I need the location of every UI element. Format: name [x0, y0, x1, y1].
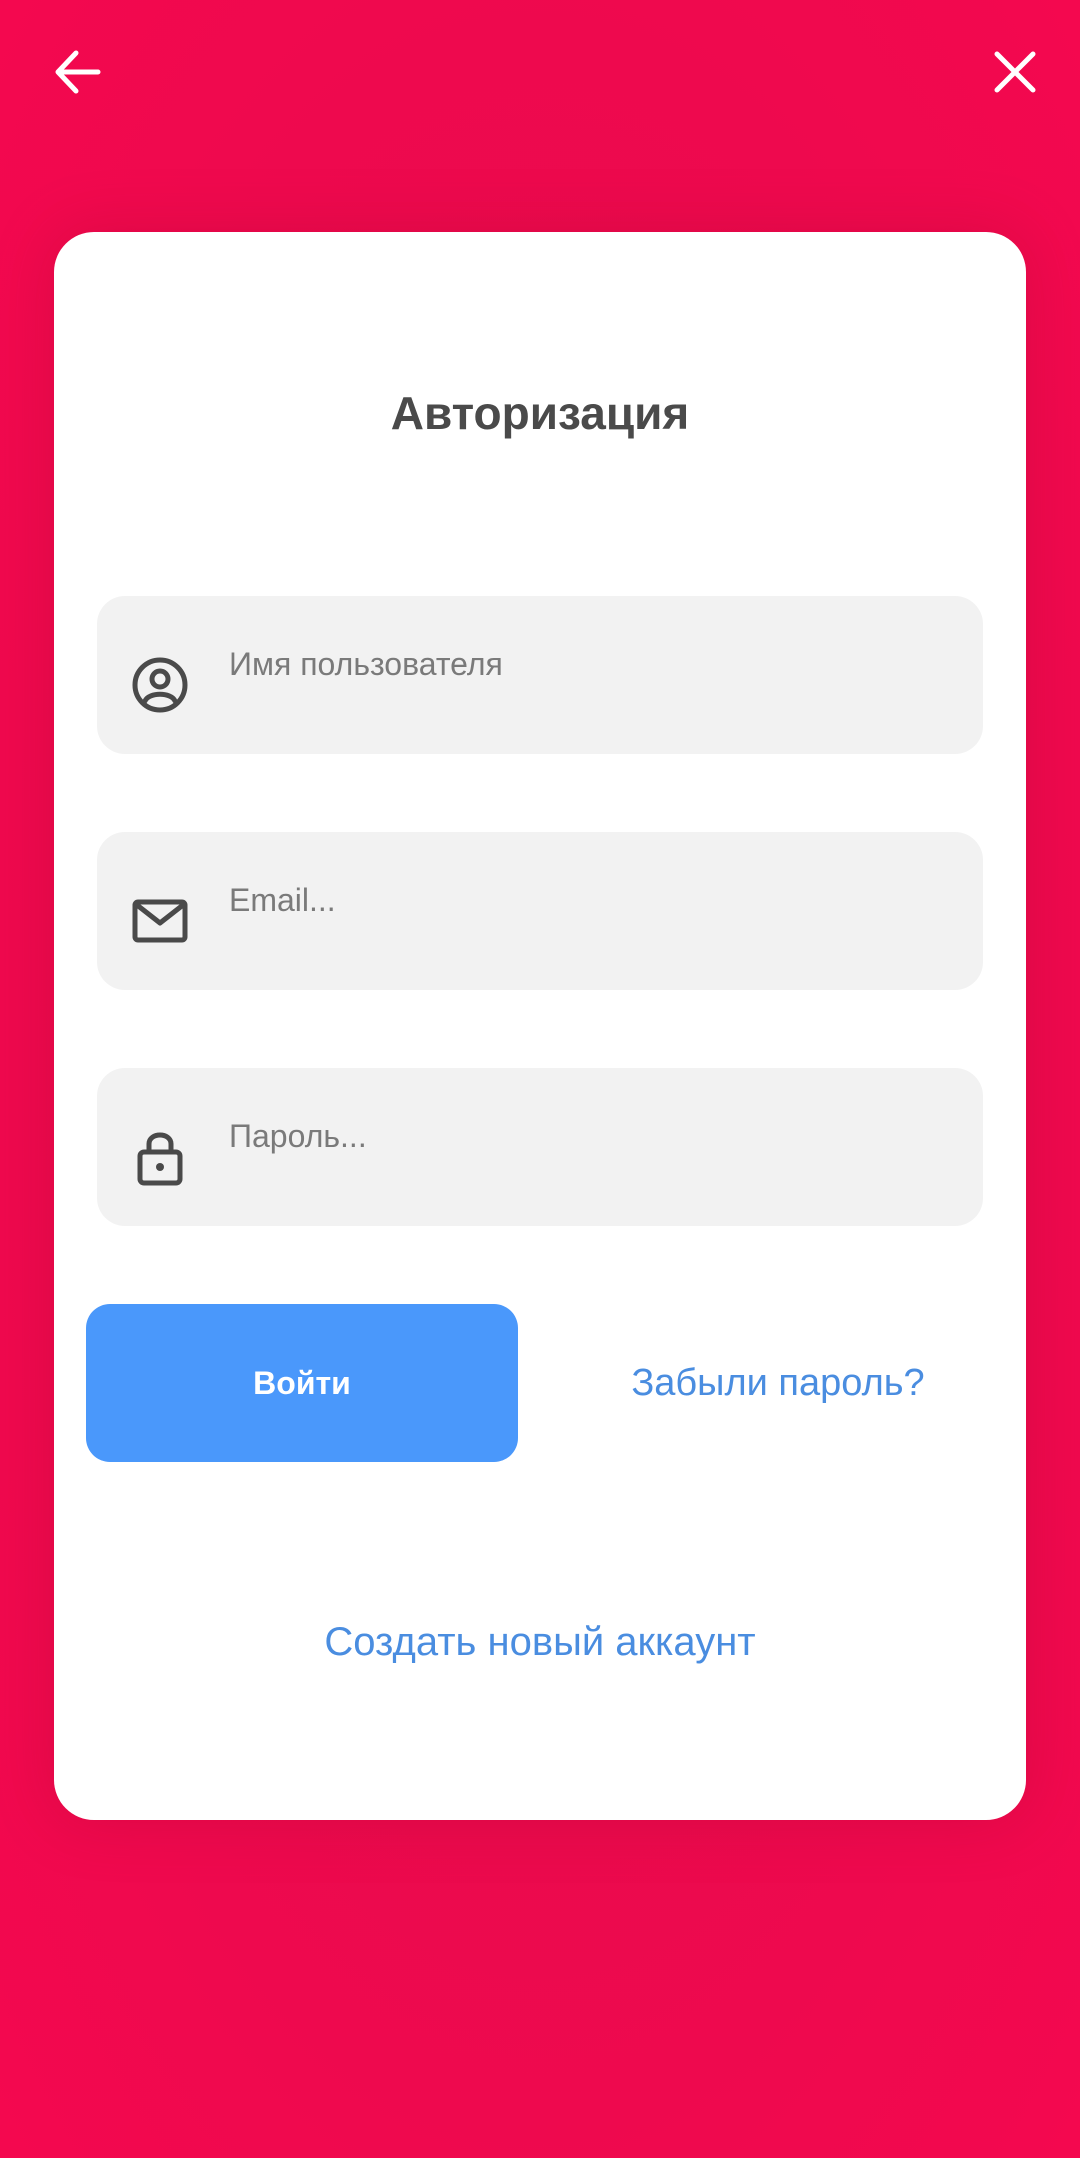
- create-account-link[interactable]: Создать новый аккаунт: [0, 1614, 1080, 1670]
- envelope-icon: [131, 892, 189, 950]
- back-button[interactable]: [37, 32, 117, 112]
- email-field[interactable]: [97, 832, 983, 990]
- username-input[interactable]: [229, 642, 929, 686]
- login-button[interactable]: Войти: [86, 1304, 518, 1462]
- user-circle-icon: [131, 656, 189, 714]
- password-input[interactable]: [229, 1114, 929, 1158]
- arrow-left-icon: [55, 50, 101, 94]
- close-button[interactable]: [975, 32, 1055, 112]
- password-field[interactable]: [97, 1068, 983, 1226]
- email-input[interactable]: [229, 878, 929, 922]
- close-icon: [994, 51, 1036, 93]
- top-bar: [0, 0, 1080, 150]
- page-title: Авторизация: [390, 387, 690, 439]
- username-field[interactable]: [97, 596, 983, 754]
- login-card: [54, 232, 1026, 1820]
- forgot-password-link[interactable]: Забыли пароль?: [560, 1357, 996, 1409]
- lock-icon: [131, 1128, 189, 1186]
